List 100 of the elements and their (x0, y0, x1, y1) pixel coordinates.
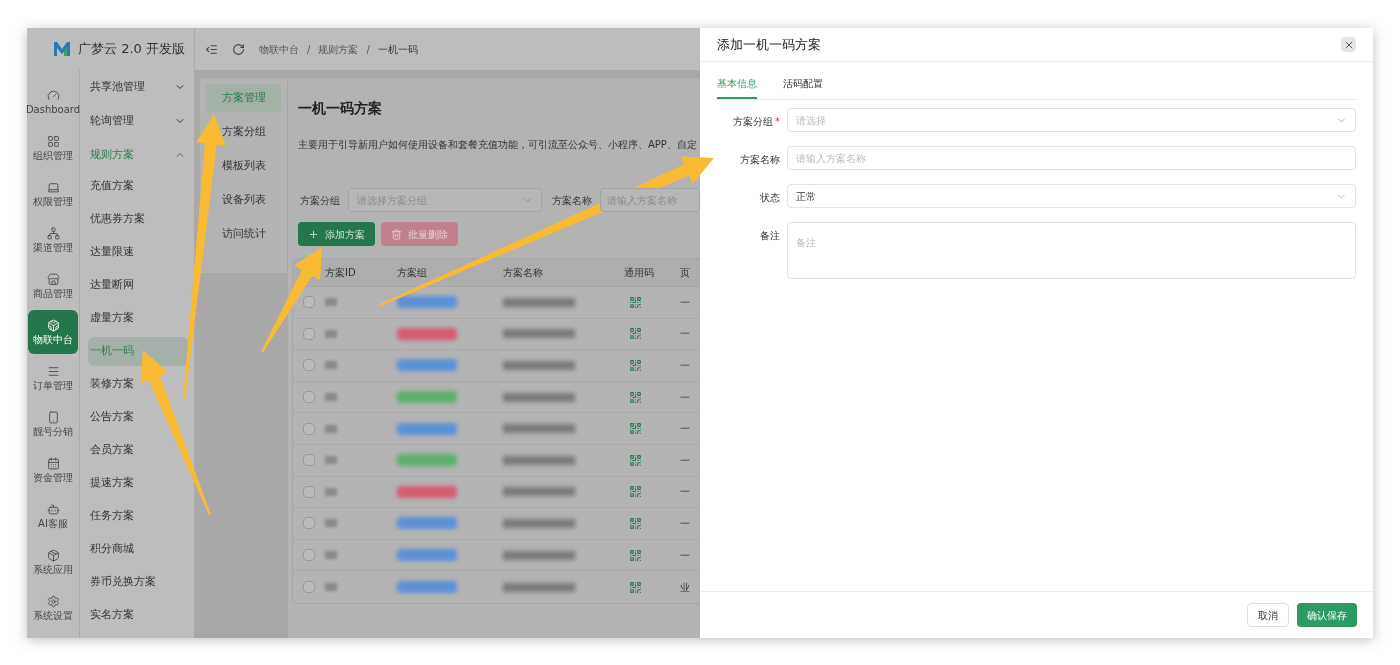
row-checkbox[interactable] (303, 296, 315, 309)
blurred-name (503, 455, 575, 465)
breadcrumb-separator: / (366, 42, 370, 57)
field-label: 方案名称 (740, 153, 780, 167)
nav-rail-item[interactable]: 订单管理 (28, 356, 78, 400)
menu-group[interactable]: 共享池管理 (88, 70, 188, 104)
menu-item[interactable]: 实名方案 (88, 601, 188, 630)
blurred-name (503, 297, 575, 307)
qr-code-icon[interactable] (629, 453, 642, 467)
menu-toggle-icon[interactable] (205, 42, 218, 56)
qr-code-icon[interactable] (629, 516, 642, 530)
add-button[interactable]: 添加方案 (298, 222, 375, 246)
tab[interactable]: 基本信息 (717, 76, 757, 99)
nav-rail-item[interactable]: 靓号分销 (28, 402, 78, 446)
nav-rail-item[interactable]: 商品管理 (28, 264, 78, 308)
cancel-button[interactable]: 取消 (1247, 603, 1289, 627)
store-icon (46, 273, 60, 286)
sub-nav-item[interactable]: 方案分组 (219, 118, 268, 146)
required-mark: * (775, 115, 780, 129)
refresh-icon[interactable] (232, 42, 245, 56)
blurred-id (325, 393, 337, 402)
breadcrumb-item[interactable]: 物联中台 (259, 41, 299, 57)
field-label: 状态 (760, 191, 780, 205)
nav-rail-item[interactable]: 物联中台 (28, 310, 78, 354)
sub-nav-item[interactable]: 访问统计 (219, 220, 268, 248)
menu-item[interactable]: 装修方案 (88, 370, 188, 399)
row-checkbox[interactable] (303, 454, 315, 467)
menu-item[interactable]: 充值方案 (88, 172, 188, 201)
qr-code-icon[interactable] (629, 485, 642, 499)
row-checkbox[interactable] (303, 517, 315, 530)
robot-icon (46, 503, 60, 516)
qr-code-icon[interactable] (629, 548, 642, 562)
tab[interactable]: 活码配置 (783, 76, 823, 99)
table-cell-text: 业 (680, 580, 690, 595)
row-checkbox[interactable] (303, 327, 315, 340)
blurred-id (325, 519, 337, 528)
menu-item[interactable]: 达量限速 (88, 238, 188, 267)
nav-rail-item[interactable]: 权限管理 (28, 172, 78, 216)
row-checkbox[interactable] (303, 391, 315, 404)
blurred-id (325, 298, 337, 307)
logo-icon (54, 42, 70, 56)
nav-rail-item[interactable]: 组织管理 (28, 126, 78, 170)
row-checkbox[interactable] (303, 359, 315, 372)
nav-rail-item[interactable]: 系统应用 (28, 540, 78, 584)
drawer-title: 添加一机一码方案 (717, 35, 821, 54)
blurred-name (503, 424, 575, 434)
menu-item[interactable]: 会员方案 (88, 436, 188, 465)
row-checkbox[interactable] (303, 422, 315, 435)
blurred-id (325, 583, 337, 592)
menu-item[interactable]: 公告方案 (88, 403, 188, 432)
filter-label: 方案分组 (300, 193, 340, 208)
menu-item[interactable]: 提速方案 (88, 469, 188, 498)
menu-item[interactable]: 积分商城 (88, 535, 188, 564)
nav-rail-item[interactable]: Dashboard (28, 80, 78, 124)
qr-code-icon[interactable] (629, 327, 642, 341)
laptop-icon (46, 181, 60, 194)
table-cell-text: 一 (680, 359, 690, 373)
blurred-name (503, 329, 575, 339)
field-label: 备注 (760, 229, 780, 243)
blurred-id (325, 551, 337, 560)
sub-nav-item[interactable]: 设备列表 (219, 186, 268, 214)
plus-icon (308, 228, 319, 240)
qr-code-icon[interactable] (629, 580, 642, 594)
blurred-id (325, 456, 337, 465)
settings-icon (46, 595, 60, 608)
menu-item[interactable]: 任务方案 (88, 502, 188, 531)
table-cell-text: 一 (680, 453, 690, 468)
select-field[interactable]: 正常 (787, 184, 1356, 208)
close-button[interactable] (1341, 37, 1356, 52)
breadcrumb-item[interactable]: 规则方案 (318, 41, 359, 57)
menu-group[interactable]: 轮询管理 (88, 104, 188, 138)
nav-rail-item[interactable]: 系统设置 (28, 586, 78, 630)
cube-icon (46, 319, 60, 332)
qr-code-icon[interactable] (629, 295, 642, 309)
blurred-name (503, 487, 575, 497)
qr-code-icon[interactable] (629, 390, 642, 404)
menu-item[interactable]: 优惠券方案 (88, 205, 188, 234)
row-checkbox[interactable] (303, 549, 315, 562)
trash-icon (391, 228, 402, 240)
column-header: 通用码 (624, 266, 655, 280)
save-button[interactable]: 确认保存 (1297, 603, 1357, 627)
blurred-id (325, 424, 337, 433)
menu-icon (46, 365, 60, 378)
nav-rail-item[interactable]: 资金管理 (28, 448, 78, 492)
menu-group[interactable]: 规则方案 (88, 138, 188, 172)
table-cell-text: 一 (680, 295, 690, 310)
network-icon (46, 227, 60, 240)
sub-nav-item[interactable]: 模板列表 (219, 152, 268, 180)
menu-item[interactable]: 虚量方案 (88, 304, 188, 333)
qr-code-icon[interactable] (629, 359, 642, 372)
row-checkbox[interactable] (303, 485, 315, 498)
column-header: 方案组 (397, 266, 428, 280)
menu-item[interactable]: 券币兑换方案 (88, 568, 188, 597)
nav-rail-item[interactable]: 渠道管理 (28, 218, 78, 262)
column-header: 方案名称 (503, 266, 544, 280)
row-checkbox[interactable] (303, 581, 315, 594)
breadcrumb-item[interactable]: 一机一码 (377, 41, 418, 57)
nav-rail-item[interactable]: AI客服 (28, 494, 78, 538)
qr-code-icon[interactable] (629, 422, 642, 436)
menu-item[interactable]: 达量断网 (88, 271, 188, 300)
